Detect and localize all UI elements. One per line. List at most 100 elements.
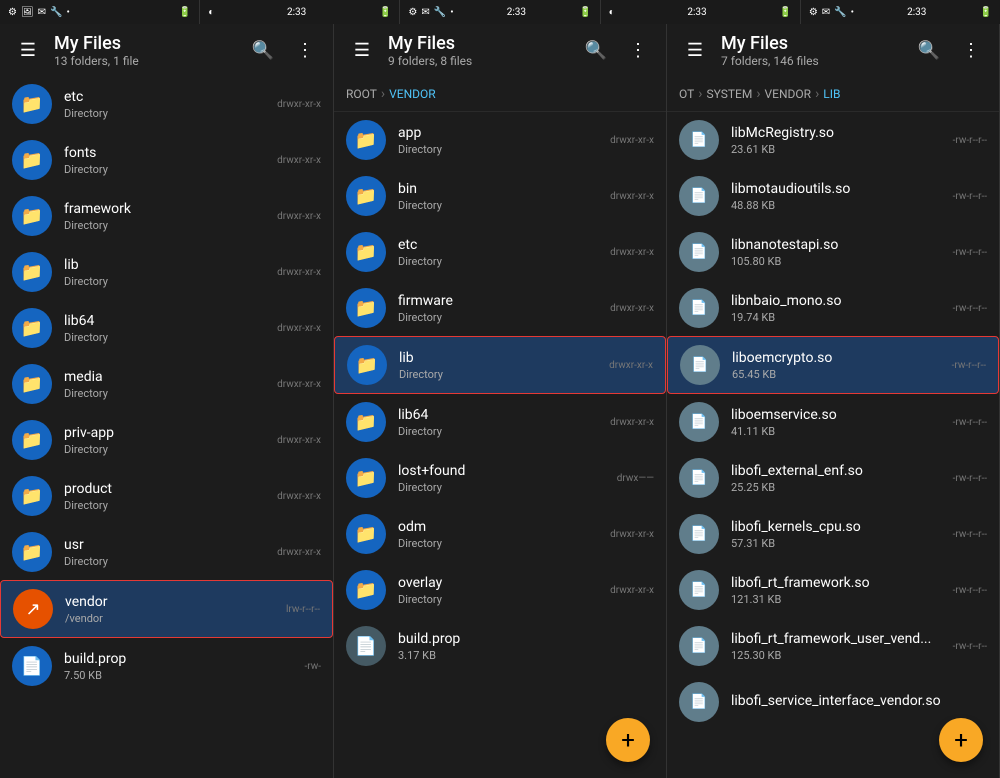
breadcrumb-ot[interactable]: OT (679, 87, 694, 101)
file-item-etc-2[interactable]: 📁 etc Directory drwxr-xr-x (334, 224, 666, 280)
file-item-build-prop-2[interactable]: 📄 build.prop 3.17 KB (334, 618, 666, 674)
file-item-libofi-external[interactable]: 📄 libofi_external_enf.so 25.25 KB -rw-r-… (667, 450, 999, 506)
file-name-lost-found: lost+found (398, 463, 609, 479)
file-item-bin[interactable]: 📁 bin Directory drwxr-xr-x (334, 168, 666, 224)
more-button-3[interactable]: ⋮ (955, 34, 987, 66)
file-item-lib64[interactable]: 📁 lib64 Directory drwxr-xr-x (0, 300, 333, 356)
file-name-lib64: lib64 (64, 313, 269, 329)
file-info-vendor: vendor /vendor (65, 594, 278, 625)
breadcrumb-sep-3b: › (756, 86, 760, 102)
file-item-vendor[interactable]: ↗ vendor /vendor lrw-r--r-- (0, 580, 333, 638)
status-panel-2: ◐ 2:33 🔋 (200, 0, 399, 24)
file-item-libofi-rt[interactable]: 📄 libofi_rt_framework.so 121.31 KB -rw-r… (667, 562, 999, 618)
file-meta-odm: Directory (398, 537, 602, 550)
file-name-build-prop-1: build.prop (64, 651, 296, 667)
file-info-libnanotestapi: libnanotestapi.so 105.80 KB (731, 237, 945, 268)
file-info-liboemcrypto: liboemcrypto.so 65.45 KB (732, 350, 944, 381)
doc-icon-liboemcrypto: 📄 (680, 345, 720, 385)
file-info-build-prop-2: build.prop 3.17 KB (398, 631, 646, 662)
file-item-libnanotestapi[interactable]: 📄 libnanotestapi.so 105.80 KB -rw-r--r-- (667, 224, 999, 280)
file-meta-vendor: /vendor (65, 612, 278, 625)
folder-icon-media: 📁 (12, 364, 52, 404)
file-item-media[interactable]: 📁 media Directory drwxr-xr-x (0, 356, 333, 412)
file-item-build-prop-1[interactable]: 📄 build.prop 7.50 KB -rw- (0, 638, 333, 694)
folder-icon-bin: 📁 (346, 176, 386, 216)
file-item-product[interactable]: 📁 product Directory drwxr-xr-x (0, 468, 333, 524)
tool-icon: 🔧 (50, 7, 62, 18)
file-meta-liboemservice: 41.11 KB (731, 425, 945, 438)
menu-button-3[interactable]: ☰ (679, 34, 711, 66)
file-item-libnbaio[interactable]: 📄 libnbaio_mono.so 19.74 KB -rw-r--r-- (667, 280, 999, 336)
app-bar-3: ☰ My Files 7 folders, 146 files 🔍 ⋮ (667, 24, 999, 76)
file-item-lib64-2[interactable]: 📁 lib64 Directory drwxr-xr-x (334, 394, 666, 450)
file-meta-libmotaudioutils: 48.88 KB (731, 199, 945, 212)
file-item-lib[interactable]: 📁 lib Directory drwxr-xr-x (0, 244, 333, 300)
file-perm-usr: drwxr-xr-x (277, 547, 321, 558)
folder-icon-lib64: 📁 (12, 308, 52, 348)
file-name-usr: usr (64, 537, 269, 553)
file-info-lib64: lib64 Directory (64, 313, 269, 344)
status-panel-1: ⚙ 🖼 ✉ 🔧 • 🔋 (0, 0, 199, 24)
file-meta-lib64: Directory (64, 331, 269, 344)
file-item-usr[interactable]: 📁 usr Directory drwxr-xr-x (0, 524, 333, 580)
file-item-framework[interactable]: 📁 framework Directory drwxr-xr-x (0, 188, 333, 244)
more-button-2[interactable]: ⋮ (622, 34, 654, 66)
file-item-odm[interactable]: 📁 odm Directory drwxr-xr-x (334, 506, 666, 562)
file-perm-libofi-external: -rw-r--r-- (953, 473, 987, 484)
search-button-2[interactable]: 🔍 (580, 34, 612, 66)
more-button-1[interactable]: ⋮ (289, 34, 321, 66)
app-bar-title-2: My Files 9 folders, 8 files (388, 33, 570, 68)
file-item-overlay[interactable]: 📁 overlay Directory drwxr-xr-x (334, 562, 666, 618)
time-1: 2:33 (287, 7, 306, 18)
file-name-libmcregistry: libMcRegistry.so (731, 125, 945, 141)
file-item-lib-2[interactable]: 📁 lib Directory drwxr-xr-x (334, 336, 666, 394)
file-item-firmware[interactable]: 📁 firmware Directory drwxr-xr-x (334, 280, 666, 336)
search-button-1[interactable]: 🔍 (247, 34, 279, 66)
file-perm-app: drwxr-xr-x (610, 135, 654, 146)
file-item-app[interactable]: 📁 app Directory drwxr-xr-x (334, 112, 666, 168)
file-meta-liboemcrypto: 65.45 KB (732, 368, 944, 381)
file-item-libofi-rt-user[interactable]: 📄 libofi_rt_framework_user_vend... 125.3… (667, 618, 999, 674)
file-meta-lib64-2: Directory (398, 425, 602, 438)
mail-icon: ✉ (38, 7, 46, 18)
file-name-priv-app: priv-app (64, 425, 269, 441)
file-item-priv-app[interactable]: 📁 priv-app Directory drwxr-xr-x (0, 412, 333, 468)
signal-icon-1: ◐ (208, 7, 214, 18)
breadcrumb-system[interactable]: SYSTEM (706, 87, 752, 101)
menu-button-2[interactable]: ☰ (346, 34, 378, 66)
file-name-lib64-2: lib64 (398, 407, 602, 423)
file-item-fonts[interactable]: 📁 fonts Directory drwxr-xr-x (0, 132, 333, 188)
file-name-libofi-external: libofi_external_enf.so (731, 463, 945, 479)
breadcrumb-vendor[interactable]: VENDOR (389, 87, 436, 101)
mail-icon-3: ✉ (421, 7, 429, 18)
file-item-libmcregistry[interactable]: 📄 libMcRegistry.so 23.61 KB -rw-r--r-- (667, 112, 999, 168)
search-button-3[interactable]: 🔍 (913, 34, 945, 66)
fab-button-2[interactable]: + (606, 718, 650, 762)
breadcrumb-lib-3[interactable]: LIB (823, 87, 840, 101)
panel-2-title: My Files (388, 33, 570, 54)
menu-button-1[interactable]: ☰ (12, 34, 44, 66)
folder-icon-overlay: 📁 (346, 570, 386, 610)
fab-button-3[interactable]: + (939, 718, 983, 762)
status-panel-5: ⚙ ✉ 🔧 • 2:33 🔋 (801, 0, 1000, 24)
file-name-libnanotestapi: libnanotestapi.so (731, 237, 945, 253)
file-name-firmware: firmware (398, 293, 602, 309)
folder-icon-etc-2: 📁 (346, 232, 386, 272)
file-item-libmotaudioutils[interactable]: 📄 libmotaudioutils.so 48.88 KB -rw-r--r-… (667, 168, 999, 224)
file-item-liboemservice[interactable]: 📄 liboemservice.so 41.11 KB -rw-r--r-- (667, 394, 999, 450)
tool-icon-5: 🔧 (834, 7, 846, 18)
file-meta-etc: Directory (64, 107, 269, 120)
folder-icon-framework: 📁 (12, 196, 52, 236)
file-info-build-prop-1: build.prop 7.50 KB (64, 651, 296, 682)
file-item-liboemcrypto[interactable]: 📄 liboemcrypto.so 65.45 KB -rw-r--r-- (667, 336, 999, 394)
file-item-etc[interactable]: 📁 etc Directory drwxr-xr-x (0, 76, 333, 132)
app-bar-title-3: My Files 7 folders, 146 files (721, 33, 903, 68)
breadcrumb-vendor-3[interactable]: VENDOR (765, 87, 812, 101)
file-item-libofi-kernels[interactable]: 📄 libofi_kernels_cpu.so 57.31 KB -rw-r--… (667, 506, 999, 562)
file-info-lib: lib Directory (64, 257, 269, 288)
file-perm-libofi-rt: -rw-r--r-- (953, 585, 987, 596)
breadcrumb-root[interactable]: ROOT (346, 87, 377, 101)
app-bar-title-1: My Files 13 folders, 1 file (54, 33, 237, 68)
file-item-lost-found[interactable]: 📁 lost+found Directory drwx—— (334, 450, 666, 506)
file-perm-lib64: drwxr-xr-x (277, 323, 321, 334)
